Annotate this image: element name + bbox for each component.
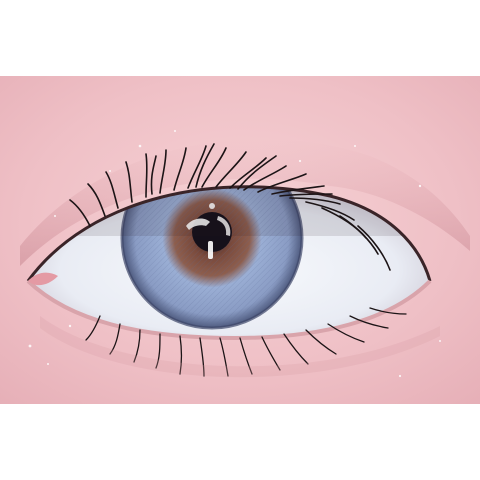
eye-photo xyxy=(0,76,480,404)
eye-illustration xyxy=(0,76,480,404)
highlight-bottom xyxy=(208,241,213,259)
image-frame xyxy=(0,0,480,480)
